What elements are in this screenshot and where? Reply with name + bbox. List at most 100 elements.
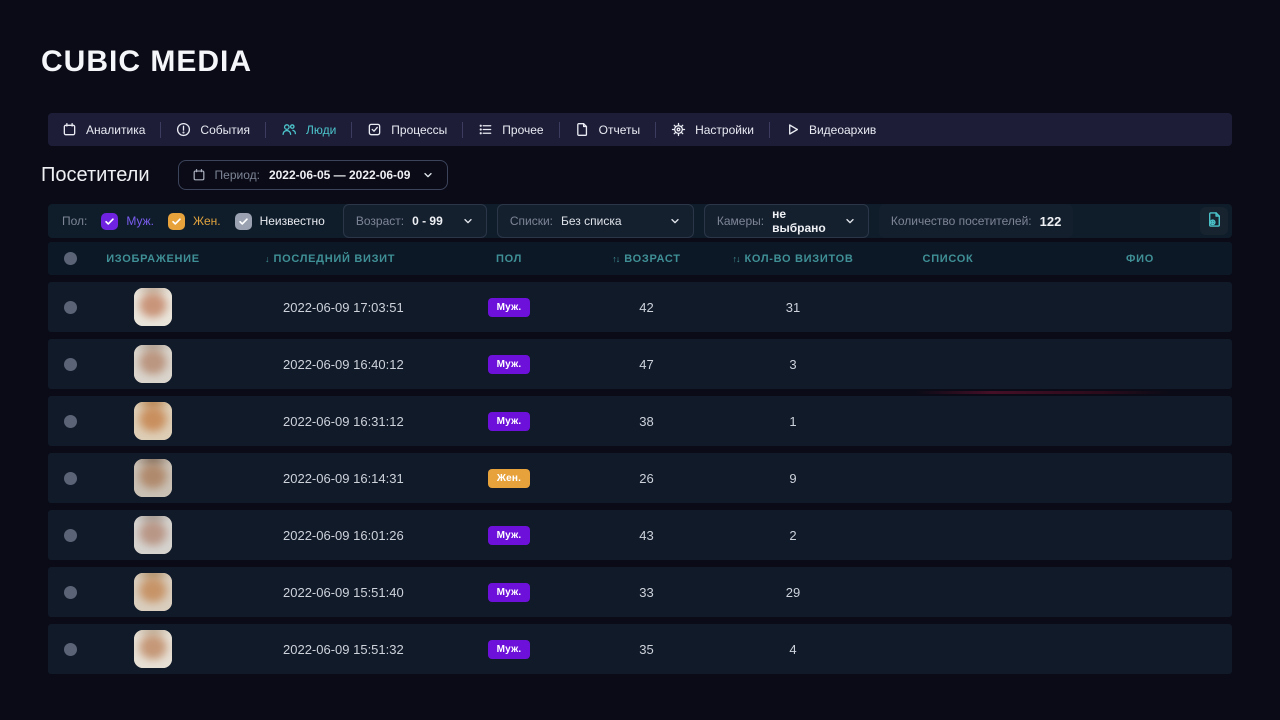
- visitor-photo[interactable]: [134, 573, 172, 611]
- nav-tab-reports[interactable]: Отчеты: [575, 122, 640, 137]
- visitor-photo[interactable]: [134, 630, 172, 668]
- last-visit-value: 2022-06-09 15:51:32: [283, 642, 404, 657]
- period-selector[interactable]: Период: 2022-06-05 — 2022-06-09: [178, 160, 449, 190]
- nav-tab-label: Процессы: [391, 123, 447, 137]
- column-header[interactable]: ПОЛ: [463, 242, 555, 275]
- gender-option-male[interactable]: Муж.: [101, 213, 154, 230]
- nav-tab-settings[interactable]: Настройки: [671, 122, 754, 137]
- chevron-down-icon: [462, 215, 474, 227]
- export-button[interactable]: [1200, 207, 1228, 235]
- gender-option-unknown[interactable]: Неизвестно: [235, 213, 325, 230]
- visits-count-value: 9: [789, 471, 796, 486]
- visitor-photo-blur: [134, 345, 172, 383]
- row-checkbox[interactable]: [64, 586, 77, 599]
- select-all-checkbox[interactable]: [64, 252, 77, 265]
- table-row[interactable]: 2022-06-09 15:51:32 Муж. 35 4: [48, 624, 1232, 674]
- last-visit-value: 2022-06-09 16:40:12: [283, 357, 404, 372]
- row-checkbox[interactable]: [64, 415, 77, 428]
- last-visit-value: 2022-06-09 16:01:26: [283, 528, 404, 543]
- nav-tab-label: Люди: [306, 123, 336, 137]
- visitor-photo-blur: [134, 402, 172, 440]
- visitor-photo[interactable]: [134, 345, 172, 383]
- nav-tab-other[interactable]: Прочее: [478, 122, 543, 137]
- gender-badge: Муж.: [488, 583, 531, 602]
- gender-filter-label: Пол:: [62, 214, 87, 228]
- table-row[interactable]: 2022-06-09 16:31:12 Муж. 38 1: [48, 396, 1232, 446]
- visitor-photo[interactable]: [134, 516, 172, 554]
- nav-tab-processes[interactable]: Процессы: [367, 122, 447, 137]
- users-icon: [281, 122, 297, 137]
- nav-tab-people[interactable]: Люди: [281, 122, 336, 137]
- visitors-page: CUBIC MEDIA Аналитика События Люди Проце…: [0, 44, 1280, 720]
- nav-tab-label: Настройки: [695, 123, 754, 137]
- nav-divider: [559, 122, 560, 138]
- table-row[interactable]: 2022-06-09 16:14:31 Жен. 26 9: [48, 453, 1232, 503]
- checkbox-checked-icon: [168, 213, 185, 230]
- period-label: Период:: [215, 168, 260, 182]
- visitor-photo-blur: [134, 288, 172, 326]
- lists-filter-dropdown[interactable]: Списки: Без списка: [497, 204, 694, 238]
- table-row[interactable]: 2022-06-09 16:40:12 Муж. 47 3: [48, 339, 1232, 389]
- visitor-photo[interactable]: [134, 459, 172, 497]
- table-row[interactable]: 2022-06-09 15:51:40 Муж. 33 29: [48, 567, 1232, 617]
- visits-count-value: 2: [789, 528, 796, 543]
- nav-tab-label: Видеоархив: [809, 123, 876, 137]
- sort-icon: ↓: [265, 254, 269, 264]
- column-header[interactable]: ↑↓ КОЛ-ВО ВИЗИТОВ: [738, 242, 848, 275]
- checkbox-checked-icon: [101, 213, 118, 230]
- gender-badge: Жен.: [488, 469, 530, 488]
- column-header[interactable]: ИЗОБРАЖЕНИЕ: [93, 242, 213, 275]
- alert-circle-icon: [176, 122, 191, 137]
- select-all-cell: [48, 242, 93, 275]
- chevron-down-icon: [422, 169, 434, 181]
- lists-filter-label: Списки:: [510, 214, 553, 228]
- gender-badge: Муж.: [488, 298, 531, 317]
- gender-option-female[interactable]: Жен.: [168, 213, 221, 230]
- gender-filter: Пол: Муж. Жен. Неизвестно: [62, 213, 325, 230]
- main-nav: Аналитика События Люди Процессы Прочее О…: [48, 113, 1232, 146]
- age-value: 33: [639, 585, 653, 600]
- age-value: 26: [639, 471, 653, 486]
- row-checkbox[interactable]: [64, 529, 77, 542]
- row-checkbox[interactable]: [64, 643, 77, 656]
- gender-badge: Муж.: [488, 412, 531, 431]
- age-filter-dropdown[interactable]: Возраст: 0 - 99: [343, 204, 487, 238]
- visitor-photo[interactable]: [134, 288, 172, 326]
- nav-divider: [160, 122, 161, 138]
- visitor-photo[interactable]: [134, 402, 172, 440]
- visitor-count-value: 122: [1040, 214, 1062, 229]
- row-checkbox[interactable]: [64, 472, 77, 485]
- table-row[interactable]: 2022-06-09 16:01:26 Муж. 43 2: [48, 510, 1232, 560]
- gender-option-label: Жен.: [193, 214, 221, 228]
- last-visit-value: 2022-06-09 16:14:31: [283, 471, 404, 486]
- row-checkbox[interactable]: [64, 358, 77, 371]
- visitor-photo-blur: [134, 459, 172, 497]
- nav-divider: [462, 122, 463, 138]
- gender-badge: Муж.: [488, 526, 531, 545]
- table-row[interactable]: 2022-06-09 17:03:51 Муж. 42 31: [48, 282, 1232, 332]
- nav-tab-events[interactable]: События: [176, 122, 250, 137]
- calendar-icon: [192, 168, 206, 182]
- nav-divider: [351, 122, 352, 138]
- calendar-icon: [62, 122, 77, 137]
- column-header[interactable]: СПИСОК: [848, 242, 1048, 275]
- nav-tab-label: Прочее: [502, 123, 543, 137]
- last-visit-value: 2022-06-09 16:31:12: [283, 414, 404, 429]
- table-header: ИЗОБРАЖЕНИЕ ↓ ПОСЛЕДНИЙ ВИЗИТ ПОЛ ↑↓ ВОЗ…: [48, 242, 1232, 275]
- age-value: 47: [639, 357, 653, 372]
- age-value: 42: [639, 300, 653, 315]
- nav-tab-analytics[interactable]: Аналитика: [62, 122, 145, 137]
- nav-tab-video-archive[interactable]: Видеоархив: [785, 122, 876, 137]
- file-icon: [575, 122, 590, 137]
- row-checkbox[interactable]: [64, 301, 77, 314]
- last-visit-value: 2022-06-09 17:03:51: [283, 300, 404, 315]
- age-value: 38: [639, 414, 653, 429]
- column-header[interactable]: ↑↓ ВОЗРАСТ: [555, 242, 738, 275]
- gender-option-label: Муж.: [126, 214, 154, 228]
- age-value: 35: [639, 642, 653, 657]
- column-header[interactable]: ФИО: [1048, 242, 1232, 275]
- gear-icon: [671, 122, 686, 137]
- cameras-filter-dropdown[interactable]: Камеры: не выбрано: [704, 204, 869, 238]
- nav-tab-label: События: [200, 123, 250, 137]
- column-header[interactable]: ↓ ПОСЛЕДНИЙ ВИЗИТ: [213, 242, 463, 275]
